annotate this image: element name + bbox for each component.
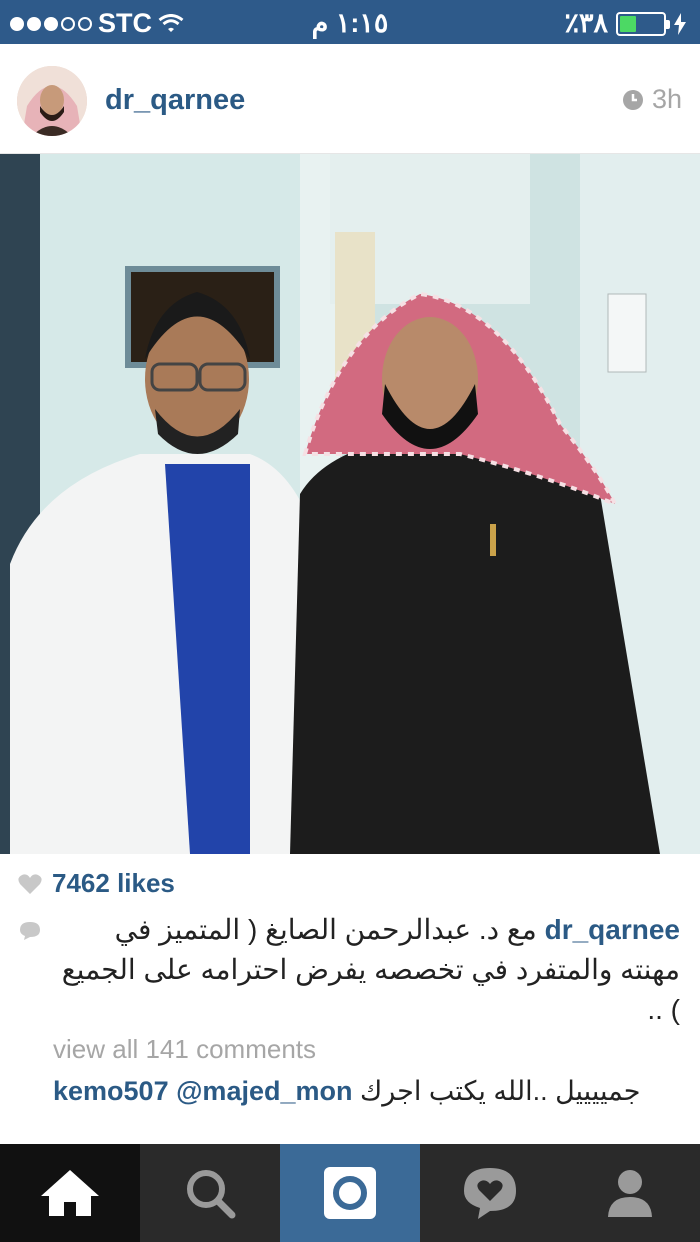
caption-text: dr_qarnee مع د. عبدالرحمن الصايغ ( المتم…	[50, 910, 680, 1030]
status-bar: STC ١:١٥ م ٪٣٨	[0, 0, 700, 44]
charging-icon	[674, 12, 686, 35]
activity-icon	[464, 1168, 516, 1219]
comment-item: kemo507 @majed_mon جمييييل ..الله يكتب ا…	[53, 1070, 683, 1112]
caption-username[interactable]: dr_qarnee	[545, 914, 680, 945]
comment-username[interactable]: kemo507	[53, 1076, 169, 1106]
search-icon	[187, 1170, 236, 1219]
likes-count[interactable]: 7462 likes	[18, 868, 175, 899]
likes-label: 7462 likes	[52, 868, 175, 898]
post-header: dr_qarnee 3h	[0, 44, 700, 154]
comment-bubble-icon	[20, 922, 40, 940]
post-caption: dr_qarnee مع د. عبدالرحمن الصايغ ( المتم…	[18, 910, 682, 1030]
battery-icon	[616, 11, 670, 36]
post-time-label: 3h	[651, 84, 682, 114]
tab-camera[interactable]	[280, 1144, 420, 1242]
avatar[interactable]	[17, 66, 87, 136]
post-time: 3h	[622, 84, 682, 115]
battery-status: ٪٣٨	[564, 8, 686, 39]
post-photo[interactable]	[0, 154, 700, 854]
comment-text: جمييييل ..الله يكتب اجرك	[360, 1076, 641, 1106]
tab-activity[interactable]	[420, 1144, 560, 1242]
post-username[interactable]: dr_qarnee	[105, 84, 245, 117]
tab-search[interactable]	[140, 1144, 280, 1242]
battery-percent: ٪٣٨	[564, 8, 608, 38]
tab-home[interactable]	[0, 1144, 140, 1242]
heart-icon	[18, 873, 42, 894]
tab-bar	[0, 1144, 700, 1242]
tab-profile[interactable]	[560, 1144, 700, 1242]
camera-icon	[324, 1167, 376, 1219]
profile-icon	[608, 1170, 652, 1217]
clock-icon	[622, 89, 643, 110]
home-icon	[41, 1170, 99, 1216]
view-all-comments-link[interactable]: view all 141 comments	[53, 1034, 316, 1065]
comment-mention[interactable]: @majed_mon	[176, 1076, 352, 1106]
